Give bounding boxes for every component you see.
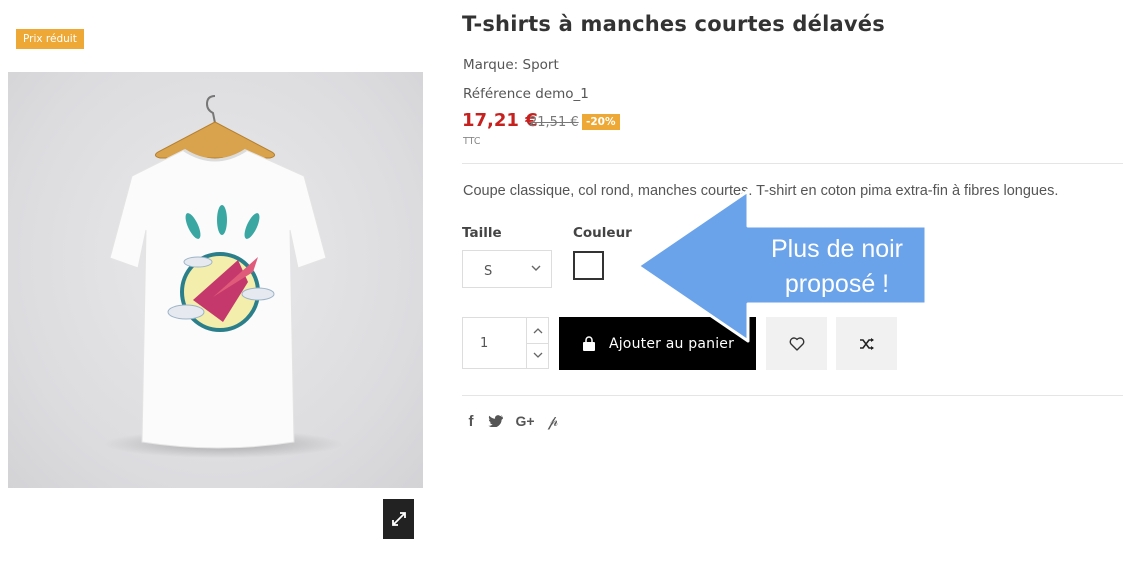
annotation-line-1: Plus de noir — [770, 235, 904, 263]
tax-label: TTC — [463, 136, 481, 147]
color-swatch[interactable] — [573, 251, 604, 280]
quantity-increase-button[interactable] — [527, 318, 549, 344]
quantity-spinner — [526, 318, 549, 368]
facebook-icon: f — [468, 412, 474, 430]
discount-badge: -20% — [582, 114, 620, 130]
expand-icon — [391, 512, 406, 526]
size-value: S — [484, 264, 493, 279]
size-select[interactable]: S — [462, 250, 552, 288]
chevron-up-icon — [533, 328, 543, 334]
divider — [462, 395, 1123, 396]
product-image[interactable] — [8, 72, 423, 488]
expand-image-button[interactable] — [383, 499, 414, 539]
pinterest-icon: 𝓅 — [547, 412, 559, 430]
quantity-stepper[interactable]: 1 — [462, 317, 549, 369]
product-price: 17,21 € — [462, 110, 538, 131]
sale-badge: Prix réduit — [16, 29, 84, 49]
facebook-share[interactable]: f — [465, 412, 477, 430]
pinterest-share[interactable]: 𝓅 — [546, 412, 560, 430]
chevron-down-icon — [533, 352, 543, 358]
tshirt-illustration — [103, 95, 343, 458]
quantity-decrease-button[interactable] — [527, 343, 549, 368]
regular-price: 21,51 € — [529, 115, 579, 130]
google-plus-icon: G+ — [515, 413, 535, 429]
google-plus-share[interactable]: G+ — [514, 413, 536, 429]
annotation-text: Plus de noir proposé ! — [742, 232, 932, 302]
color-label: Couleur — [573, 225, 632, 241]
product-title: T-shirts à manches courtes délavés — [462, 12, 885, 36]
product-reference: Référence demo_1 — [463, 86, 589, 102]
size-label: Taille — [462, 225, 502, 241]
twitter-icon — [487, 415, 503, 427]
product-brand: Marque: Sport — [463, 57, 559, 73]
chevron-down-icon — [531, 265, 541, 271]
annotation-line-2: proposé ! — [784, 270, 890, 298]
shopping-bag-icon — [582, 335, 595, 351]
quantity-input[interactable]: 1 — [480, 336, 488, 351]
divider — [462, 163, 1123, 164]
twitter-share[interactable] — [487, 413, 503, 429]
